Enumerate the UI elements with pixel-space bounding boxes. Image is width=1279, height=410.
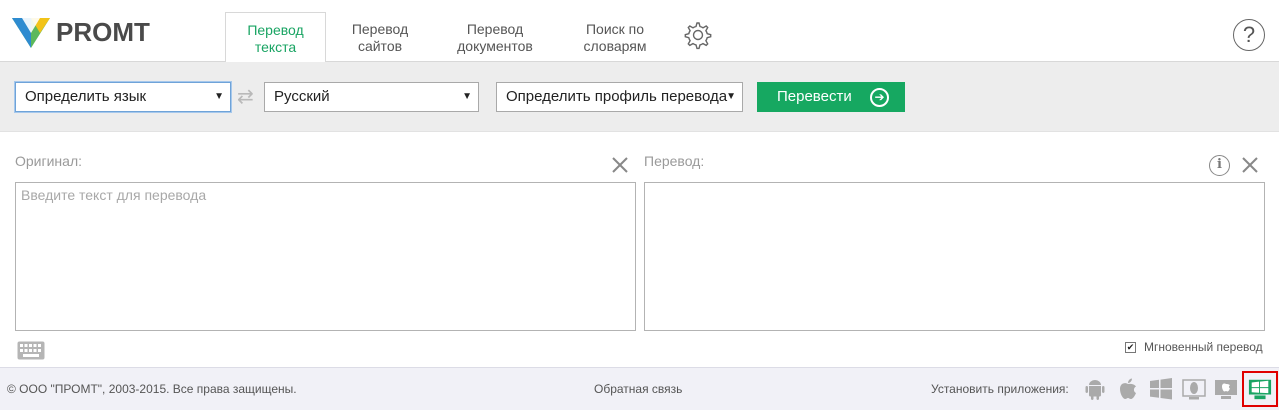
clear-original-icon[interactable] xyxy=(610,155,630,175)
tab-document-translation[interactable]: Перевод документов xyxy=(440,12,550,62)
tab-label-line1: Поиск по xyxy=(585,21,645,37)
windows-icon[interactable] xyxy=(1148,376,1174,402)
tab-label-line1: Перевод xyxy=(466,21,524,37)
swap-arrows-icon[interactable]: ⇄ xyxy=(237,87,259,107)
instant-translation-label: Мгновенный перевод xyxy=(1144,340,1263,354)
linux-icon[interactable] xyxy=(1181,376,1207,402)
arrow-right-circle-icon: ➔ xyxy=(870,88,889,107)
footer: © ООО "ПРОМТ", 2003-2015. Все права защи… xyxy=(0,367,1279,410)
translate-button-label: Перевести xyxy=(777,88,852,105)
windows-store-icon[interactable] xyxy=(1242,371,1278,407)
instant-translation-toggle[interactable]: ✔ Мгновенный перевод xyxy=(1125,340,1263,354)
copyright-text: © ООО "ПРОМТ", 2003-2015. Все права защи… xyxy=(7,382,297,396)
translation-label: Перевод: xyxy=(644,153,705,169)
instant-translation-checkbox[interactable]: ✔ xyxy=(1125,341,1136,353)
feedback-link[interactable]: Обратная связь xyxy=(594,382,682,396)
source-language-select[interactable]: Определить язык ▼ xyxy=(15,82,231,112)
header: PROMT Перевод текста Перевод сайтов Пере… xyxy=(0,0,1279,63)
tab-label-line2: сайтов xyxy=(357,38,403,54)
original-label: Оригинал: xyxy=(15,153,82,169)
install-apps-label: Установить приложения: xyxy=(931,382,1069,396)
tab-label-line1: Перевод xyxy=(351,21,409,37)
apple-icon[interactable] xyxy=(1115,376,1141,402)
mac-icon[interactable] xyxy=(1213,376,1239,402)
translation-output[interactable] xyxy=(644,182,1265,331)
gear-icon[interactable] xyxy=(680,18,714,52)
promt-logo-icon xyxy=(12,18,50,48)
original-textarea[interactable]: Введите текст для перевода xyxy=(15,182,636,331)
tab-label-line2: словарям xyxy=(583,38,647,54)
tab-site-translation[interactable]: Перевод сайтов xyxy=(332,12,428,62)
profile-value: Определить профиль перевода xyxy=(506,88,728,105)
android-icon[interactable] xyxy=(1082,376,1108,402)
dropdown-arrow-icon: ▼ xyxy=(726,91,736,102)
profile-select[interactable]: Определить профиль перевода ▼ xyxy=(496,82,743,112)
source-language-value: Определить язык xyxy=(25,88,147,105)
windows-store-glyph xyxy=(1248,379,1272,400)
help-icon[interactable]: ? xyxy=(1233,19,1265,51)
info-icon[interactable]: i xyxy=(1209,155,1230,176)
target-language-value: Русский xyxy=(274,88,330,105)
tab-text-translation[interactable]: Перевод текста xyxy=(225,12,326,63)
translate-button[interactable]: Перевести ➔ xyxy=(757,82,905,112)
clear-translation-icon[interactable] xyxy=(1240,155,1260,175)
language-toolbar: Определить язык ▼ ⇄ Русский ▼ Определить… xyxy=(0,62,1279,132)
dropdown-arrow-icon: ▼ xyxy=(462,91,472,102)
original-placeholder: Введите текст для перевода xyxy=(21,187,207,203)
tab-label-line2: документов xyxy=(457,38,533,54)
tab-label-line1: Перевод xyxy=(247,22,304,38)
brand-name: PROMT xyxy=(56,16,150,47)
tab-label-line2: текста xyxy=(254,39,297,55)
target-language-select[interactable]: Русский ▼ xyxy=(264,82,479,112)
keyboard-icon[interactable] xyxy=(17,341,45,360)
dropdown-arrow-icon: ▼ xyxy=(214,91,224,102)
promt-logo[interactable]: PROMT xyxy=(10,12,150,52)
tab-dictionary-search[interactable]: Поиск по словарям xyxy=(560,12,670,62)
